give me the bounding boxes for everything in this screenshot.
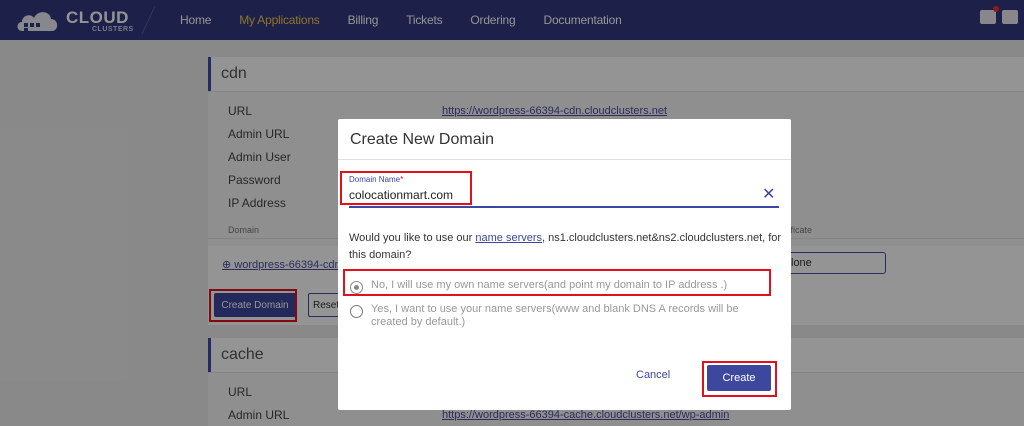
modal-title: Create New Domain <box>350 131 495 148</box>
option-our-name-servers[interactable]: Yes, I want to use your name servers(www… <box>350 303 770 329</box>
name-servers-link[interactable]: name servers <box>475 232 542 244</box>
cancel-button[interactable]: Cancel <box>636 369 670 381</box>
highlight-own-option <box>343 269 771 296</box>
option-ours-label: Yes, I want to use your name servers(www… <box>371 303 739 328</box>
highlight-create-button <box>702 361 777 397</box>
radio-ours[interactable] <box>350 305 363 318</box>
input-underline <box>349 206 779 208</box>
question-text: Would you like to use our <box>349 232 476 244</box>
create-domain-modal: Create New Domain Domain Name* ✕ Would y… <box>338 119 791 410</box>
name-server-question: Would you like to use our name servers, … <box>349 230 785 264</box>
modal-divider <box>338 159 791 160</box>
highlight-domain-input <box>340 171 472 205</box>
clear-icon[interactable]: ✕ <box>762 184 775 204</box>
